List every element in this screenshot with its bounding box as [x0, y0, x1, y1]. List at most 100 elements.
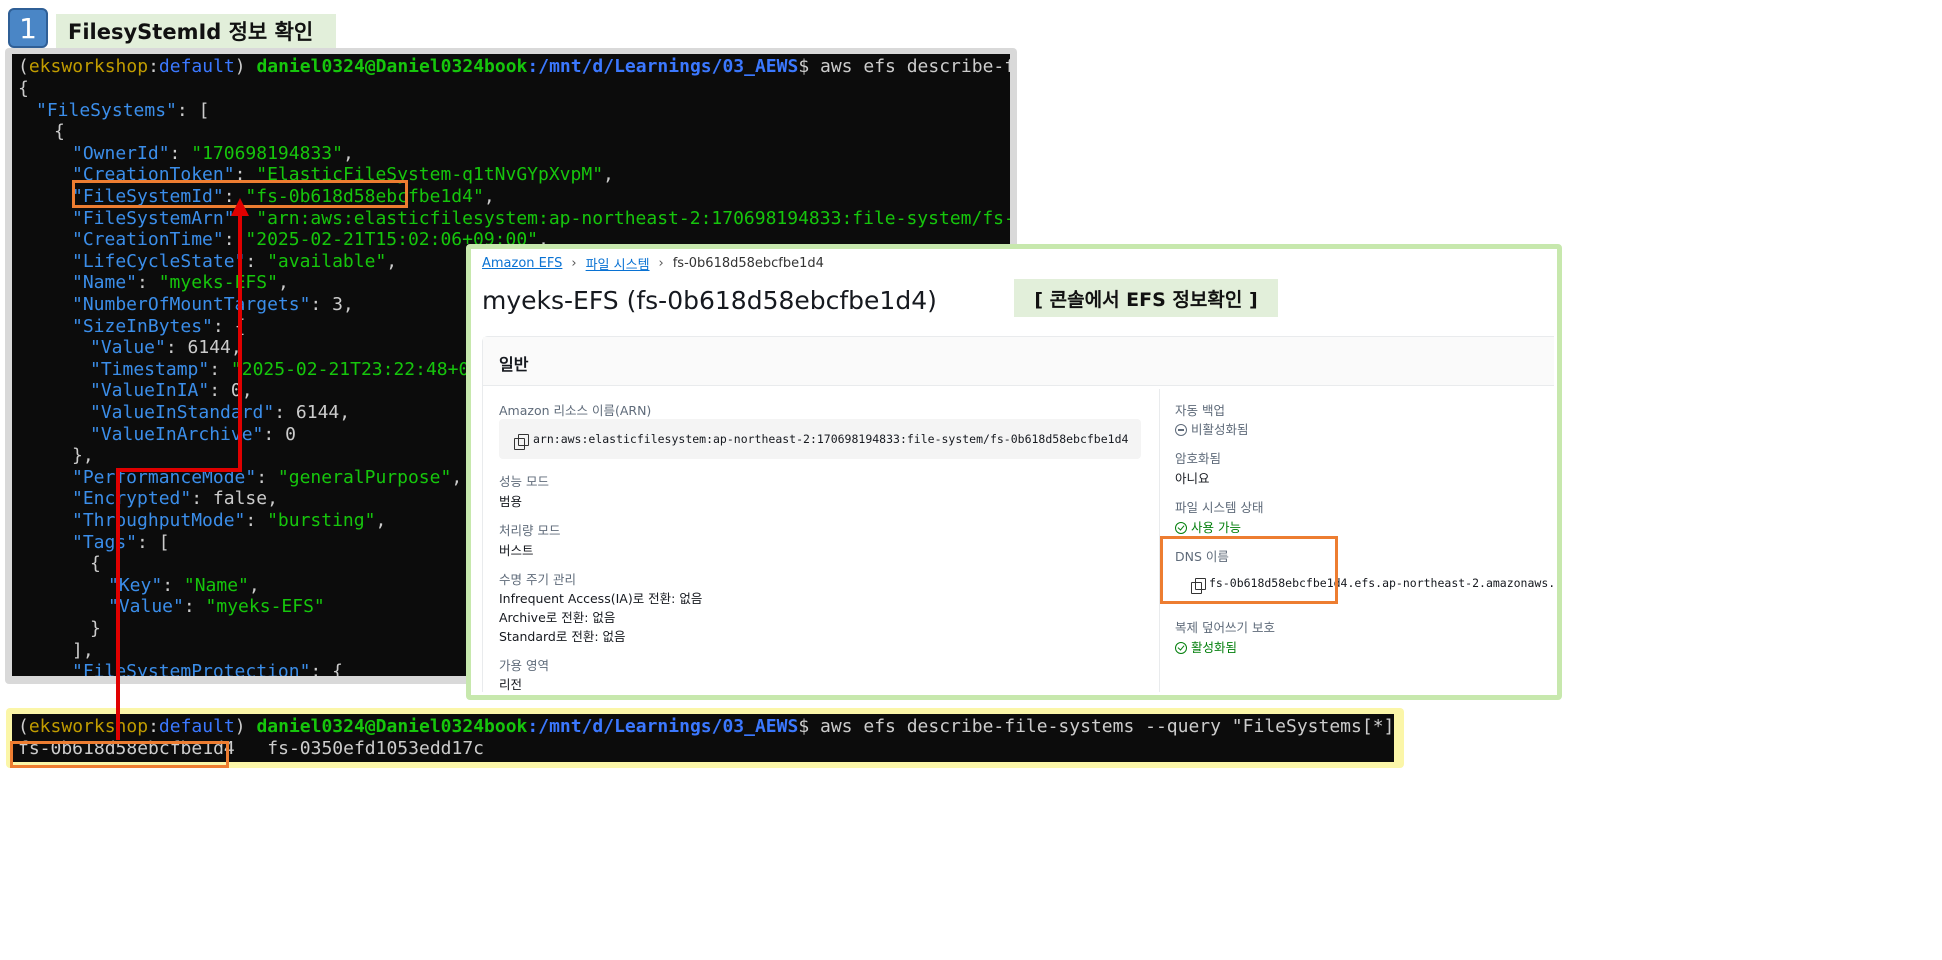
availability-zone-value: 리전: [499, 677, 523, 692]
prompt-namespace: default: [158, 56, 235, 77]
terminal-prompt-line: (eksworkshop:default) daniel0324@Daniel0…: [18, 56, 1010, 78]
json-key: "Name": [72, 272, 138, 294]
json-string-value: "myeks-EFS": [158, 272, 278, 294]
step-title: FilesyStemId 정보 확인: [56, 14, 336, 48]
chevron-right-icon: ›: [571, 256, 577, 271]
json-key: "LifeCycleState": [72, 250, 246, 272]
output-fsid-highlight: [10, 741, 229, 768]
json-line: "ValueInArchive": 0: [90, 423, 296, 445]
json-key: "Value": [90, 337, 166, 359]
filesystemid-highlight: [72, 180, 408, 208]
prompt-user-host: daniel0324@Daniel0324book: [256, 716, 528, 737]
json-string-value: "170698194833": [191, 142, 343, 164]
json-line: "OwnerId": "170698194833",: [72, 142, 354, 164]
efs-console-panel: Amazon EFS › 파일 시스템 › fs-0b618d58ebcfbe1…: [474, 250, 1554, 692]
json-line: },: [72, 445, 94, 467]
encryption-value: 아니요: [1175, 471, 1210, 486]
json-line: "ValueInStandard": 6144,: [90, 402, 351, 423]
json-line: "Value": "myeks-EFS": [108, 596, 325, 618]
breadcrumb-current: fs-0b618d58ebcfbe1d4: [672, 256, 824, 271]
lifecycle-standard: Standard로 전환: 없음: [499, 629, 626, 644]
json-line: "Encrypted": false,: [72, 488, 278, 510]
auto-backup-label: 자동 백업: [1175, 403, 1225, 418]
json-line: "Name": "myeks-EFS",: [72, 272, 289, 294]
json-key: "ValueInIA": [90, 380, 210, 402]
json-key: "FileSystemArn": [72, 207, 235, 229]
json-string-value: "Name": [183, 574, 249, 596]
fs-state-value: 사용 가능: [1175, 517, 1241, 536]
auto-backup-value: 비활성화됨: [1175, 419, 1249, 438]
json-line: "FileSystemProtection": {: [72, 661, 343, 676]
json-line: ],: [72, 639, 94, 661]
throughput-mode-label: 처리량 모드: [499, 523, 561, 538]
prompt-env: eksworkshop: [28, 716, 149, 737]
json-key: "Timestamp": [90, 358, 210, 380]
json-line: "FileSystems": [: [36, 99, 210, 121]
json-string-value: "generalPurpose": [277, 466, 452, 488]
encryption-label: 암호화됨: [1175, 451, 1222, 466]
status-ok-icon: [1175, 522, 1187, 534]
step-number-badge: 1: [8, 8, 48, 48]
copy-icon[interactable]: [514, 434, 529, 450]
annotation-note: [ 콘솔에서 EFS 정보확인 ]: [1014, 279, 1278, 317]
throughput-mode-value: 버스트: [499, 543, 534, 558]
json-string-value: "arn:aws:elasticfilesystem:ap-northeast-…: [256, 207, 1010, 229]
json-key: "CreationTime": [72, 229, 224, 251]
json-line: {: [54, 121, 65, 143]
json-line: {: [18, 78, 29, 99]
terminal-command: aws efs describe-file-systems | jq: [820, 56, 1010, 77]
replication-protection-label: 복제 덮어쓰기 보호: [1175, 620, 1275, 635]
arn-label: Amazon 리소스 이름(ARN): [499, 403, 652, 418]
prompt-user-host: daniel0324@Daniel0324book: [256, 56, 528, 77]
json-key: "FileSystems": [36, 99, 177, 121]
json-line: "PerformanceMode": "generalPurpose",: [72, 466, 463, 488]
fs-id-output-2: fs-0350efd1053edd17c: [267, 738, 485, 759]
general-section-card: 일반 Amazon 리소스 이름(ARN) arn:aws:elasticfil…: [482, 336, 1554, 692]
status-ok-icon: [1175, 642, 1187, 654]
json-key: "OwnerId": [72, 142, 170, 164]
json-string-value: "bursting": [267, 510, 376, 531]
breadcrumb-file-systems[interactable]: 파일 시스템: [586, 254, 650, 273]
json-line: "FileSystemArn": "arn:aws:elasticfilesys…: [72, 208, 1010, 230]
json-line: "Key": "Name",: [108, 574, 260, 596]
arn-value-box: arn:aws:elasticfilesystem:ap-northeast-2…: [499, 419, 1141, 459]
prompt-path: :/mnt/d/Learnings/03_AEWS: [527, 56, 799, 77]
json-key: "Encrypted": [72, 488, 192, 510]
terminal2-prompt-line: (eksworkshop:default) daniel0324@Daniel0…: [18, 716, 1394, 738]
json-line: "ThroughputMode": "bursting",: [72, 510, 387, 531]
lifecycle-ia: Infrequent Access(IA)로 전환: 없음: [499, 591, 703, 606]
json-key: "Value": [108, 596, 184, 618]
json-key: "FileSystemProtection": [72, 661, 311, 676]
json-key: "PerformanceMode": [72, 466, 257, 488]
json-key: "Key": [108, 574, 163, 596]
performance-mode-value: 범용: [499, 494, 523, 509]
lifecycle-archive: Archive로 전환: 없음: [499, 610, 616, 625]
chevron-right-icon: ›: [658, 256, 664, 271]
json-key: "Tags": [72, 531, 138, 553]
replication-protection-value: 활성화됨: [1175, 637, 1237, 656]
json-line: "LifeCycleState": "available",: [72, 250, 398, 272]
json-key: "ThroughputMode": [72, 510, 246, 531]
json-key: "ValueInArchive": [90, 423, 264, 445]
json-line: }: [90, 618, 101, 639]
breadcrumb-amazon-efs[interactable]: Amazon EFS: [482, 256, 562, 271]
json-string-value: "available": [267, 250, 387, 272]
json-line: "Tags": [: [72, 531, 170, 553]
fs-state-label: 파일 시스템 상태: [1175, 500, 1264, 515]
prompt-namespace: default: [158, 716, 235, 737]
performance-mode-label: 성능 모드: [499, 474, 549, 489]
json-key: "SizeInBytes": [72, 315, 213, 337]
json-line: "Value": 6144,: [90, 337, 242, 359]
section-title: 일반: [499, 355, 529, 374]
lifecycle-label: 수명 주기 관리: [499, 572, 576, 587]
json-key: "NumberOfMountTargets": [72, 294, 311, 315]
json-line: "ValueInIA": 0,: [90, 380, 253, 402]
prompt-env: eksworkshop: [28, 56, 149, 77]
arn-value: arn:aws:elasticfilesystem:ap-northeast-2…: [533, 432, 1129, 446]
disabled-icon: [1175, 424, 1187, 436]
section-header: 일반: [483, 337, 1554, 386]
json-string-value: "myeks-EFS": [205, 596, 325, 618]
dns-name-highlight: [1160, 536, 1338, 604]
prompt-path: :/mnt/d/Learnings/03_AEWS: [527, 716, 799, 737]
breadcrumb: Amazon EFS › 파일 시스템 › fs-0b618d58ebcfbe1…: [482, 254, 824, 273]
